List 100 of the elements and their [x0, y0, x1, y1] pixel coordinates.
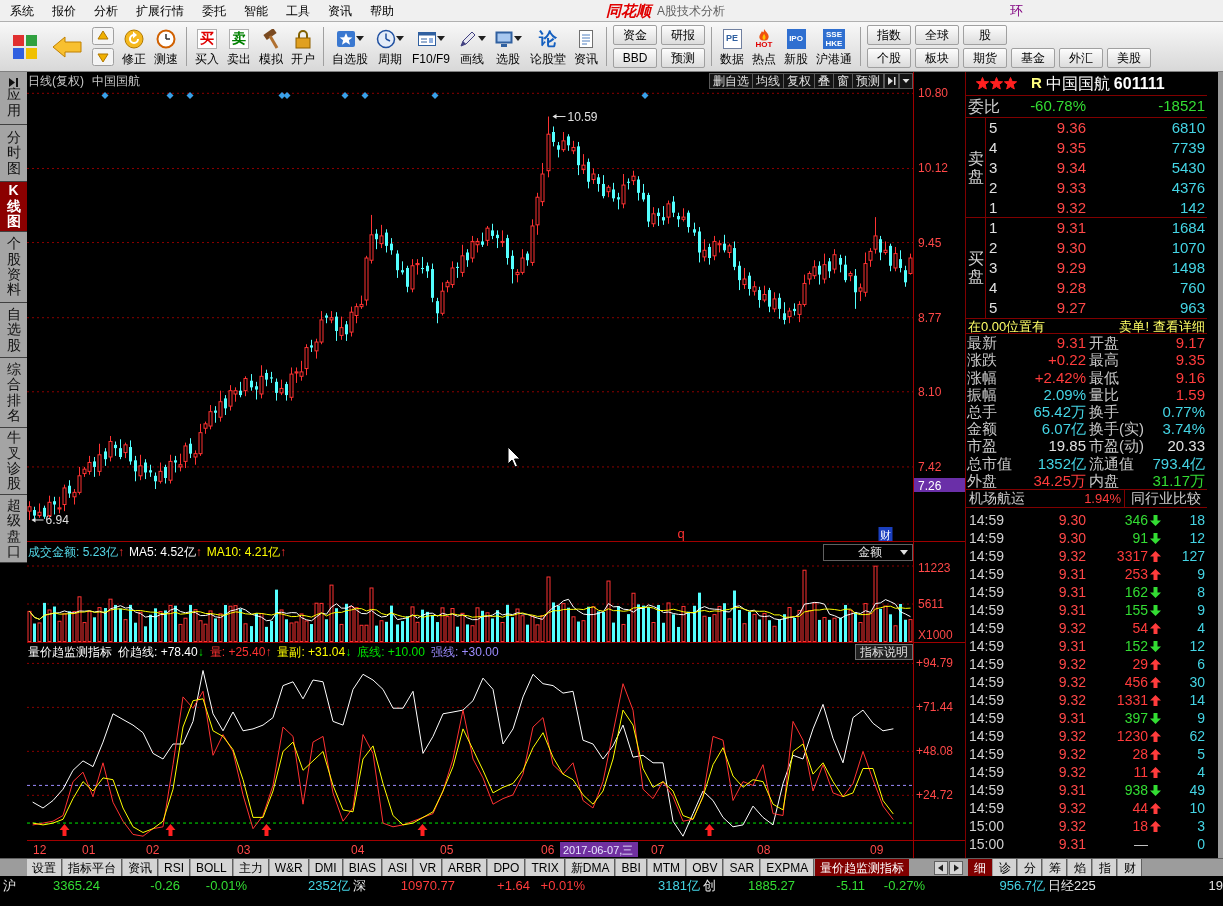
side-tab[interactable]: K线图	[0, 182, 27, 232]
menu-item[interactable]: 工具	[277, 0, 319, 21]
index-value: -0.01%	[204, 878, 247, 894]
toolbar-button[interactable]: 股	[963, 25, 1007, 45]
chart-button[interactable]: 均线	[752, 73, 784, 89]
indicator-tab[interactable]: ARBR	[443, 859, 488, 876]
indicator-tab[interactable]: 资讯	[123, 859, 158, 876]
candlestick	[379, 224, 384, 249]
down-arrow-icon	[1150, 604, 1161, 616]
menu-item[interactable]: 分析	[85, 0, 127, 21]
menu-item[interactable]: 环	[1010, 0, 1023, 21]
toolbar-button[interactable]: 个股	[867, 48, 911, 68]
help-button[interactable]: 指标说明	[855, 643, 913, 660]
toolbar-button[interactable]: BBD	[613, 48, 657, 68]
toolbar-button[interactable]: 测速	[150, 22, 182, 71]
chart-button[interactable]: 预测	[852, 73, 884, 89]
indicator-tab[interactable]: 新DMA	[565, 859, 616, 876]
detail-tab[interactable]: 诊	[993, 859, 1017, 876]
detail-tab[interactable]: 财	[1118, 859, 1142, 876]
indicator-tab[interactable]: MTM	[647, 859, 687, 876]
scroll-right-icon[interactable]	[949, 860, 963, 875]
toolbar-button[interactable]: 资金	[613, 25, 657, 45]
chart-button[interactable]: 窗	[833, 73, 853, 89]
indicator-tab[interactable]: BIAS	[343, 859, 383, 876]
order-price: 9.33	[1055, 177, 1086, 198]
toolbar-button[interactable]: 画线	[454, 22, 490, 71]
play-bar-icon[interactable]	[884, 73, 899, 89]
toolbar-button[interactable]: 论 论股堂	[526, 22, 570, 71]
toolbar-button[interactable]: IPO 新股	[780, 22, 812, 71]
menu-item[interactable]: 扩展行情	[127, 0, 193, 21]
indicator-tab[interactable]: 指标平台	[63, 859, 122, 876]
indicator-tab[interactable]: 量价趋监测指标	[815, 859, 910, 876]
indicator-tab[interactable]: ASI	[383, 859, 414, 876]
indicator-tab[interactable]: SAR	[724, 859, 761, 876]
toolbar-button[interactable]: 开户	[287, 22, 319, 71]
stat-label: 金额	[966, 421, 998, 437]
amount-dropdown[interactable]: 金额	[823, 543, 913, 561]
detail-tab[interactable]: 细	[968, 859, 992, 876]
indicator-tab[interactable]: RSI	[159, 859, 190, 876]
toolbar-button[interactable]: 周期	[372, 22, 408, 71]
side-tab[interactable]: 分时图	[0, 125, 27, 182]
indicator-tab[interactable]: DMI	[309, 859, 343, 876]
toolbar-button[interactable]: 全球	[915, 25, 959, 45]
menu-item[interactable]: 系统	[1, 0, 43, 21]
toolbar-button[interactable]: 期货	[963, 48, 1007, 68]
side-tab[interactable]: 牛叉诊股	[0, 428, 27, 495]
detail-tab[interactable]: 指	[1093, 859, 1117, 876]
indicator-tab[interactable]: EXPMA	[761, 859, 815, 876]
toolbar-button[interactable]: 模拟	[255, 22, 287, 71]
toolbar-button[interactable]: HOT 热点	[748, 22, 780, 71]
detail-tab[interactable]: 焰	[1068, 859, 1092, 876]
toolbar-button[interactable]: 资讯	[570, 22, 602, 71]
menu-item[interactable]: 资讯	[319, 0, 361, 21]
toolbar-button[interactable]: 选股	[490, 22, 526, 71]
indicator-tab[interactable]: W&R	[269, 859, 309, 876]
toolbar-button[interactable]: 板块	[915, 48, 959, 68]
up-arrow-icon	[261, 824, 272, 836]
scrollbar[interactable]	[1218, 72, 1223, 858]
toolbar-button[interactable]: 预测	[661, 48, 705, 68]
indicator-tab[interactable]: 主力	[233, 859, 269, 876]
toolbar-button[interactable]: 美股	[1107, 48, 1151, 68]
toolbar-button[interactable]: 修正	[118, 22, 150, 71]
toolbar-button[interactable]: SSE HKE 沪港通	[812, 22, 856, 71]
detail-tab[interactable]: 筹	[1043, 859, 1067, 876]
indicator-tab[interactable]: OBV	[687, 859, 724, 876]
side-tab[interactable]: 综合排名	[0, 358, 27, 428]
detail-tab[interactable]: 分	[1018, 859, 1042, 876]
toolbar-button[interactable]: F10/F9	[408, 22, 454, 71]
menu-item[interactable]: 智能	[235, 0, 277, 21]
indicator-tab[interactable]: BOLL	[191, 859, 233, 876]
toolbar-button[interactable]: 外汇	[1059, 48, 1103, 68]
toolbar-button[interactable]: 自选股	[328, 22, 372, 71]
toolbar-button[interactable]: 买 买入	[191, 22, 223, 71]
toolbar-button[interactable]: 卖 卖出	[223, 22, 255, 71]
indicator-tab[interactable]: DPO	[488, 859, 526, 876]
toolbar-button[interactable]: 研报	[661, 25, 705, 45]
indicator-tab[interactable]: 设置	[27, 859, 62, 876]
caret-down-icon[interactable]	[899, 73, 913, 89]
side-tab[interactable]: 自选股	[0, 303, 27, 358]
menu-item[interactable]: 委托	[193, 0, 235, 21]
tick-price: 9.32	[1057, 726, 1086, 746]
indicator-tab[interactable]: VR	[414, 859, 443, 876]
chart-button[interactable]: 删自选	[709, 73, 753, 89]
scroll-left-icon[interactable]	[934, 860, 948, 875]
chart-button[interactable]: 复权	[783, 73, 815, 89]
indicator-tab[interactable]: BBI	[616, 859, 647, 876]
tick-time: 14:59	[968, 600, 1006, 620]
grid-icon[interactable]	[12, 33, 38, 60]
menu-item[interactable]: 帮助	[361, 0, 403, 21]
menu-item[interactable]: 报价	[43, 0, 85, 21]
chart-button[interactable]: 叠	[814, 73, 834, 89]
side-tab[interactable]: 应用	[0, 72, 27, 125]
indicator-tab[interactable]: TRIX	[526, 859, 565, 876]
toolbar-button[interactable]: 基金	[1011, 48, 1055, 68]
side-tab[interactable]: 超级盘口	[0, 495, 27, 563]
toolbar-button[interactable]: 指数	[867, 25, 911, 45]
toolbar-button[interactable]: PE 数据	[716, 22, 748, 71]
side-tab[interactable]: 个股资料	[0, 232, 27, 303]
candlestick	[581, 153, 586, 175]
detail-link[interactable]: 查看详细	[1153, 318, 1205, 334]
